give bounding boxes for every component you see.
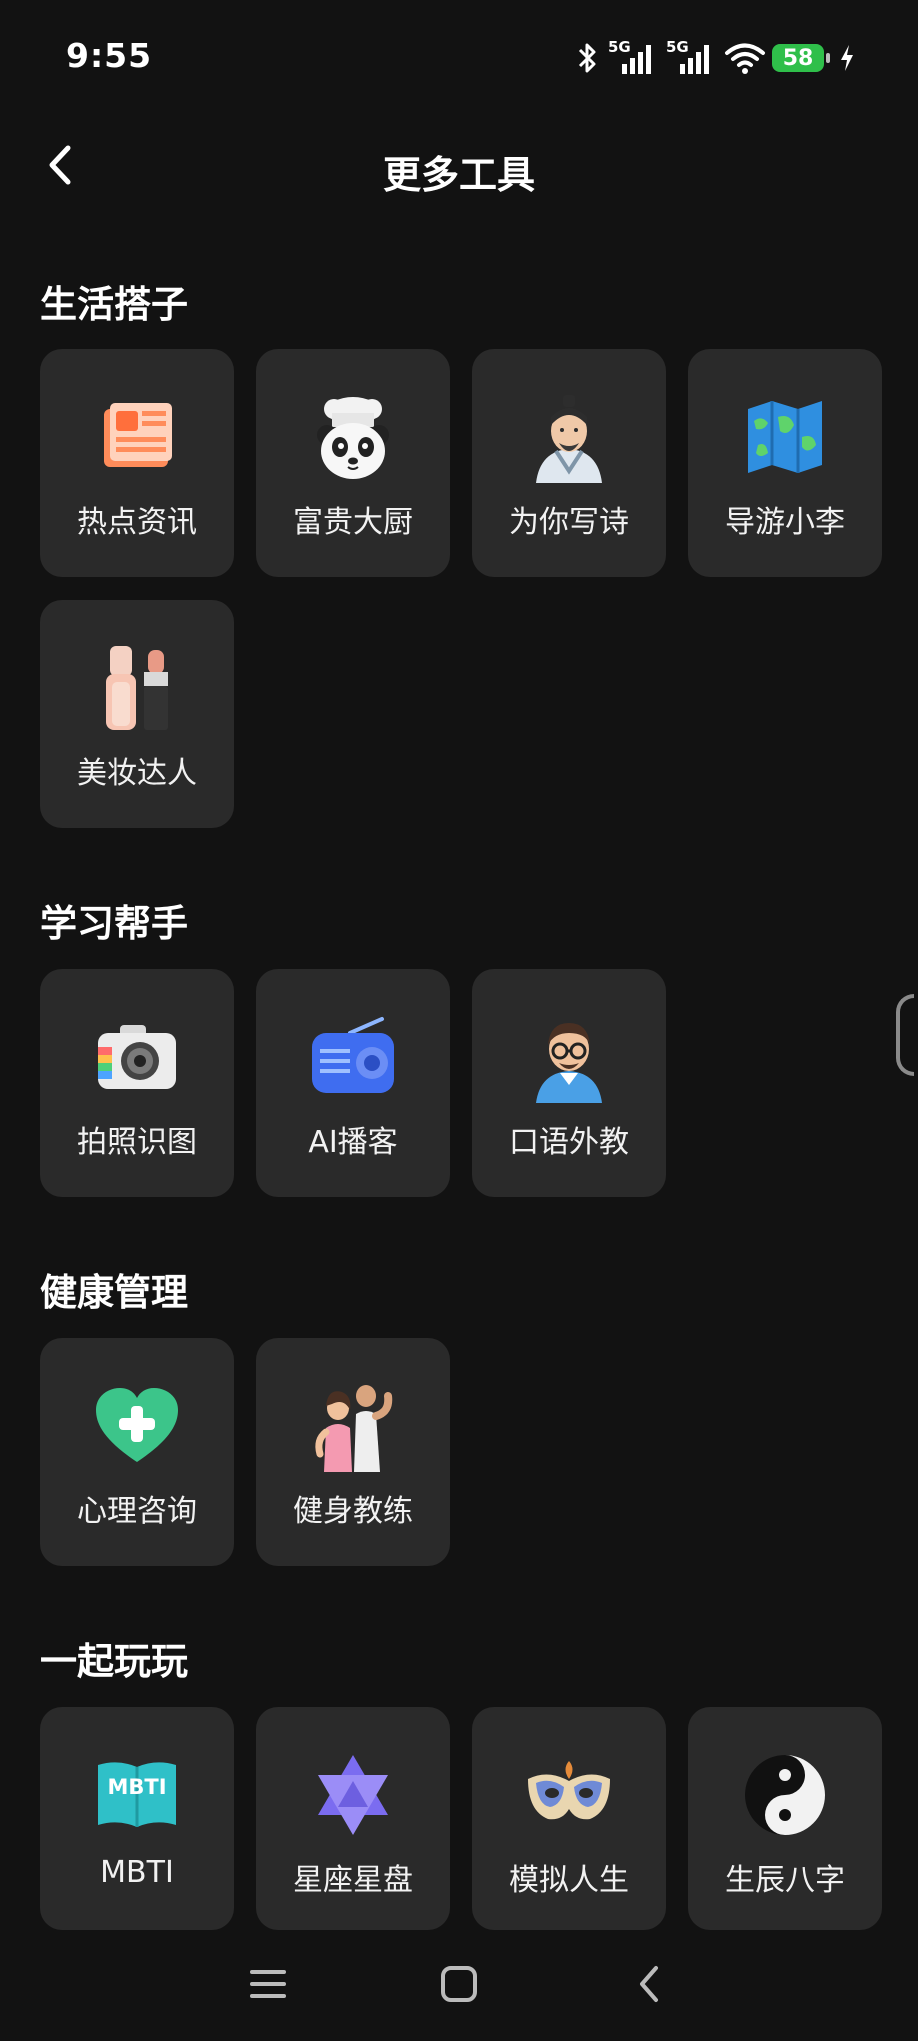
cellular-signal-1: 5G xyxy=(608,38,660,76)
tool-label: MBTI xyxy=(100,1855,174,1890)
navigation-bar: 更多工具 xyxy=(0,118,918,208)
camera-icon xyxy=(89,1009,185,1105)
tool-tile-chef[interactable]: 富贵大厨 xyxy=(256,349,450,577)
mbti-icon-text: MBTI xyxy=(107,1775,167,1799)
system-navigation-bar xyxy=(0,1930,918,2041)
tool-tile-poem[interactable]: 为你写诗 xyxy=(472,349,666,577)
heart-plus-icon xyxy=(89,1378,185,1474)
charging-bolt-icon xyxy=(841,45,853,71)
tool-label: 健身教练 xyxy=(293,1494,413,1529)
star-of-david-icon xyxy=(305,1747,401,1843)
yin-yang-icon xyxy=(737,1747,833,1843)
teacher-icon xyxy=(521,1009,617,1105)
tool-label: 星座星盘 xyxy=(293,1863,413,1898)
mbti-book-icon: MBTI xyxy=(89,1747,185,1843)
tool-label: 生辰八字 xyxy=(725,1863,845,1898)
map-icon xyxy=(737,389,833,485)
tool-tile-bazi[interactable]: 生辰八字 xyxy=(688,1707,882,1930)
section-title-health: 健康管理 xyxy=(40,1271,188,1314)
poet-icon xyxy=(521,389,617,485)
tool-tile-mbti[interactable]: MBTI MBTI xyxy=(40,1707,234,1930)
section-title-play: 一起玩玩 xyxy=(40,1640,188,1683)
radio-icon xyxy=(305,1009,401,1105)
status-bar: 9:55 5G 5G 58 xyxy=(0,0,918,118)
status-icons: 5G 5G 58 xyxy=(572,38,856,78)
system-back-icon[interactable] xyxy=(630,1964,670,2004)
tool-label: 口语外教 xyxy=(509,1125,629,1160)
page-title: 更多工具 xyxy=(382,153,535,197)
cosmetics-icon xyxy=(89,640,185,736)
tool-label: AI播客 xyxy=(308,1125,398,1160)
tool-tile-oral-english[interactable]: 口语外教 xyxy=(472,969,666,1197)
tool-label: 模拟人生 xyxy=(509,1863,629,1898)
tool-label: 富贵大厨 xyxy=(293,505,413,540)
battery-indicator: 58 xyxy=(772,44,830,72)
side-edge-handle[interactable] xyxy=(896,994,914,1076)
tool-label: 心理咨询 xyxy=(77,1494,197,1529)
tool-tile-fitness[interactable]: 健身教练 xyxy=(256,1338,450,1566)
tool-tile-podcast[interactable]: AI播客 xyxy=(256,969,450,1197)
tool-label: 导游小李 xyxy=(725,505,845,540)
tool-tile-astrology[interactable]: 星座星盘 xyxy=(256,1707,450,1930)
signal-bars-icon xyxy=(622,45,651,74)
bluetooth-icon xyxy=(578,43,596,73)
tool-tile-hot-news[interactable]: 热点资讯 xyxy=(40,349,234,577)
tool-tile-photo[interactable]: 拍照识图 xyxy=(40,969,234,1197)
tool-label: 美妆达人 xyxy=(77,756,197,791)
panda-chef-icon xyxy=(305,389,401,485)
tool-label: 为你写诗 xyxy=(509,505,629,540)
tool-tile-life-sim[interactable]: 模拟人生 xyxy=(472,1707,666,1930)
signal-bars-icon xyxy=(680,45,709,74)
newspaper-icon xyxy=(89,389,185,485)
tool-label: 热点资讯 xyxy=(77,505,197,540)
mask-icon xyxy=(521,1747,617,1843)
fitness-icon xyxy=(305,1378,401,1474)
tool-tile-guide[interactable]: 导游小李 xyxy=(688,349,882,577)
home-square-icon[interactable] xyxy=(439,1964,479,2004)
wifi-icon xyxy=(725,43,765,74)
section-title-life: 生活搭子 xyxy=(40,283,188,326)
cellular-signal-2: 5G xyxy=(666,38,718,76)
status-time: 9:55 xyxy=(66,36,153,75)
tool-tile-makeup[interactable]: 美妆达人 xyxy=(40,600,234,828)
tool-tile-psychology[interactable]: 心理咨询 xyxy=(40,1338,234,1566)
menu-icon[interactable] xyxy=(248,1964,288,2004)
tool-label: 拍照识图 xyxy=(77,1125,197,1160)
section-title-study: 学习帮手 xyxy=(40,902,188,945)
